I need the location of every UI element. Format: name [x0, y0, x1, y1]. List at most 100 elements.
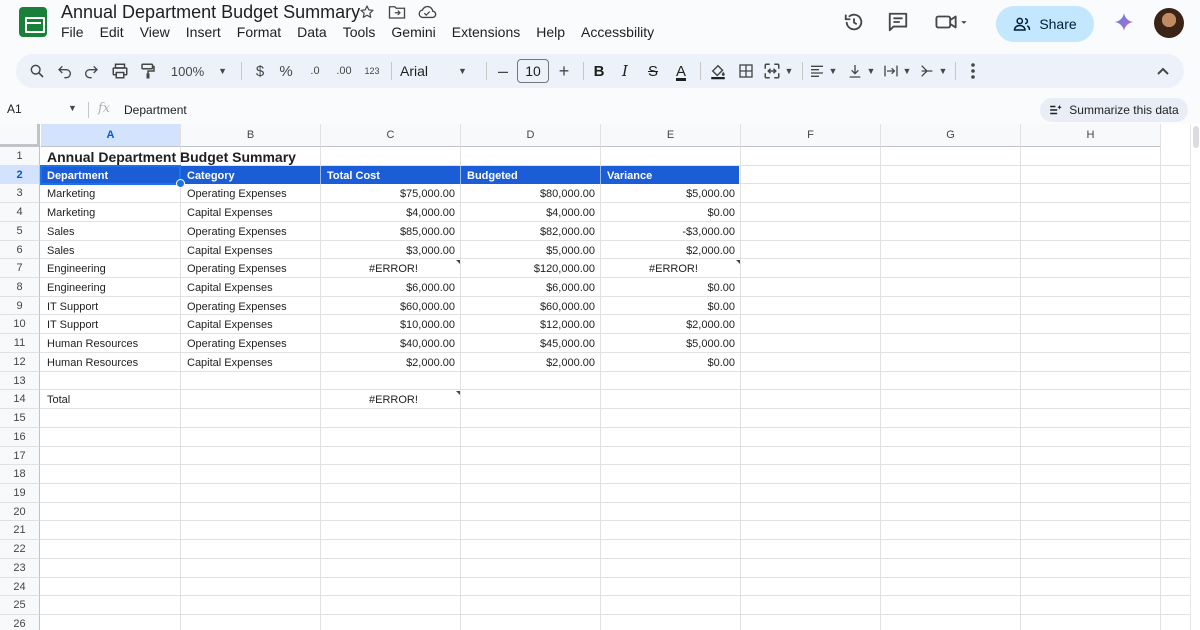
currency-format-button[interactable]: $	[250, 54, 270, 88]
table-cell[interactable]: Capital Expenses	[181, 279, 321, 297]
row-header[interactable]: 18	[0, 465, 40, 484]
table-cell[interactable]: $10,000.00	[321, 316, 461, 334]
error-indicator[interactable]	[456, 260, 460, 264]
table-cell[interactable]: $0.00	[601, 298, 741, 316]
formula-input[interactable]: Department	[124, 103, 187, 117]
fill-color-icon[interactable]	[707, 54, 729, 88]
menu-edit[interactable]: Edit	[100, 24, 124, 40]
table-cell[interactable]: $40,000.00	[321, 335, 461, 353]
row-header[interactable]: 15	[0, 409, 40, 428]
table-cell[interactable]: Capital Expenses	[181, 204, 321, 222]
avatar[interactable]	[1154, 8, 1184, 38]
decrease-font-size-button[interactable]: –	[494, 54, 512, 88]
column-header-a[interactable]: A	[41, 124, 181, 147]
column-header-f[interactable]: F	[741, 124, 881, 147]
header-cell-category[interactable]: Category	[181, 167, 321, 185]
row-header[interactable]: 13	[0, 372, 40, 390]
increase-decimal-button[interactable]: .00	[332, 54, 356, 88]
table-cell[interactable]: $0.00	[601, 204, 741, 222]
fill-handle[interactable]	[176, 179, 185, 188]
search-menus-icon[interactable]	[26, 54, 48, 88]
share-button[interactable]: Share	[996, 6, 1094, 42]
table-cell[interactable]: Human Resources	[41, 354, 181, 372]
text-rotation-icon[interactable]: ▼	[916, 54, 950, 88]
increase-font-size-button[interactable]: +	[555, 54, 573, 88]
name-box-dropdown-icon[interactable]: ▼	[68, 103, 77, 113]
paint-format-icon[interactable]	[136, 54, 160, 88]
move-to-folder-icon[interactable]	[387, 2, 407, 22]
document-title[interactable]: Annual Department Budget Summary	[61, 2, 360, 23]
row-header[interactable]: 17	[0, 447, 40, 465]
column-header-e[interactable]: E	[601, 124, 741, 147]
italic-button[interactable]: I	[615, 54, 635, 88]
row-header[interactable]: 23	[0, 559, 40, 578]
table-cell[interactable]: $5,000.00	[601, 335, 741, 353]
row-header[interactable]: 12	[0, 353, 40, 372]
column-header-c[interactable]: C	[321, 124, 461, 147]
total-label-cell[interactable]: Total	[41, 391, 181, 409]
row-header[interactable]: 11	[0, 334, 40, 353]
table-cell[interactable]: $2,000.00	[461, 354, 601, 372]
row-header[interactable]: 8	[0, 278, 40, 297]
font-family-select[interactable]: Arial ▼	[400, 54, 476, 88]
table-cell[interactable]: $82,000.00	[461, 223, 601, 241]
table-cell[interactable]: IT Support	[41, 316, 181, 334]
table-cell[interactable]: Human Resources	[41, 335, 181, 353]
table-cell[interactable]: Operating Expenses	[181, 298, 321, 316]
menu-gemini[interactable]: Gemini	[391, 24, 435, 40]
table-cell[interactable]: Operating Expenses	[181, 335, 321, 353]
row-header[interactable]: 4	[0, 203, 40, 222]
table-cell[interactable]: Marketing	[41, 204, 181, 222]
table-cell[interactable]: Capital Expenses	[181, 316, 321, 334]
more-options-icon[interactable]	[962, 54, 984, 88]
text-wrapping-icon[interactable]: ▼	[880, 54, 914, 88]
table-cell[interactable]: Marketing	[41, 185, 181, 203]
menu-format[interactable]: Format	[237, 24, 281, 40]
row-header[interactable]: 14	[0, 390, 40, 409]
percent-format-button[interactable]: %	[276, 54, 296, 88]
row-header[interactable]: 24	[0, 578, 40, 596]
table-cell[interactable]: Sales	[41, 223, 181, 241]
table-cell[interactable]: $60,000.00	[321, 298, 461, 316]
column-header-h[interactable]: H	[1021, 124, 1161, 147]
vertical-scrollbar[interactable]	[1190, 124, 1200, 630]
table-cell[interactable]: Engineering	[41, 279, 181, 297]
row-header[interactable]: 5	[0, 222, 40, 241]
table-cell[interactable]: $120,000.00	[461, 260, 601, 278]
table-cell[interactable]: $12,000.00	[461, 316, 601, 334]
zoom-select[interactable]: 100% ▼	[168, 54, 230, 88]
row-header[interactable]: 3	[0, 184, 40, 203]
table-cell[interactable]: Capital Expenses	[181, 242, 321, 260]
summarize-data-button[interactable]: Summarize this data	[1040, 98, 1188, 122]
menu-extensions[interactable]: Extensions	[452, 24, 520, 40]
row-header[interactable]: 20	[0, 503, 40, 521]
header-cell-total-cost[interactable]: Total Cost	[321, 167, 461, 185]
table-cell[interactable]: Capital Expenses	[181, 354, 321, 372]
row-header[interactable]: 21	[0, 521, 40, 540]
column-header-g[interactable]: G	[881, 124, 1021, 147]
sheet-title-cell[interactable]: Annual Department Budget Summary	[41, 148, 441, 166]
table-cell[interactable]: $2,000.00	[601, 316, 741, 334]
table-cell[interactable]: $6,000.00	[321, 279, 461, 297]
menu-help[interactable]: Help	[536, 24, 565, 40]
row-header[interactable]: 10	[0, 315, 40, 334]
sheets-logo-icon[interactable]	[19, 7, 47, 37]
row-header[interactable]: 22	[0, 540, 40, 559]
header-cell-variance[interactable]: Variance	[601, 167, 741, 185]
scrollbar-thumb[interactable]	[1193, 126, 1199, 148]
vertical-align-icon[interactable]: ▼	[844, 54, 878, 88]
table-cell[interactable]: IT Support	[41, 298, 181, 316]
version-history-icon[interactable]	[842, 10, 866, 34]
table-cell[interactable]: $45,000.00	[461, 335, 601, 353]
table-cell[interactable]: Operating Expenses	[181, 223, 321, 241]
spreadsheet-grid[interactable]: A B C D E F G H 1 2 3 4 5 6 7 8 9 10 11 12 13 14 15 16 17 18 19 20 2…	[0, 124, 1200, 630]
collapse-toolbar-icon[interactable]	[1152, 54, 1174, 88]
table-cell[interactable]: Operating Expenses	[181, 260, 321, 278]
row-header[interactable]: 9	[0, 297, 40, 315]
column-header-b[interactable]: B	[181, 124, 321, 147]
decrease-decimal-button[interactable]: .0	[304, 54, 326, 88]
menu-file[interactable]: File	[61, 24, 84, 40]
redo-icon[interactable]	[80, 54, 102, 88]
table-cell[interactable]: $4,000.00	[461, 204, 601, 222]
table-cell[interactable]: $75,000.00	[321, 185, 461, 203]
